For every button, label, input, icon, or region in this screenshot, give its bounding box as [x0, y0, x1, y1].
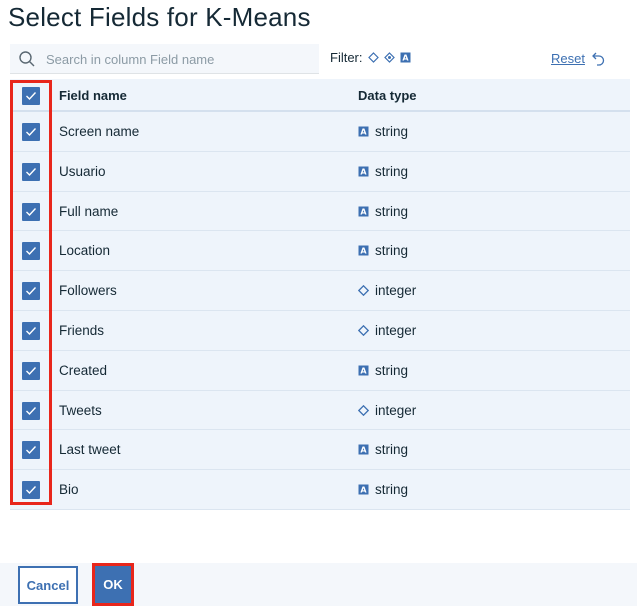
data-type-label: integer [375, 402, 417, 418]
string-type-icon: A [358, 444, 369, 455]
data-type-label: string [375, 124, 409, 139]
ok-button[interactable]: OK [92, 563, 134, 606]
table-row[interactable]: Followers integer [10, 271, 630, 311]
data-type-cell: integer [358, 403, 416, 418]
data-type-label: string [375, 203, 409, 219]
row-checkbox[interactable] [22, 401, 40, 420]
table-row[interactable]: Last tweet Astring [10, 430, 630, 471]
field-name-cell: Tweets [59, 402, 102, 418]
table-row[interactable]: Bio Astring [10, 470, 630, 510]
data-type-cell: integer [358, 283, 416, 298]
table-row[interactable]: Location Astring [10, 231, 630, 272]
field-name-cell: Last tweet [59, 442, 121, 458]
filter-group: Filter: A [330, 50, 411, 65]
checkmark-icon [26, 446, 37, 455]
string-type-icon: A [358, 245, 369, 256]
row-checkbox[interactable] [22, 162, 40, 181]
checkmark-icon [26, 327, 37, 335]
data-type-label: string [375, 442, 409, 458]
data-type-cell: Astring [358, 164, 408, 179]
checkmark-icon [26, 247, 37, 256]
field-name-cell: Bio [59, 482, 79, 498]
table-row[interactable]: Created Astring [10, 350, 630, 391]
table-row[interactable]: Friends integer [10, 310, 630, 351]
table-header-row: Field name Data type [10, 79, 630, 112]
field-name-cell: Followers [59, 283, 117, 299]
data-type-label: string [375, 482, 409, 498]
svg-text:A: A [360, 247, 367, 256]
field-name-cell: Location [59, 243, 111, 259]
table-row[interactable]: Screen name Astring [10, 112, 630, 152]
integer-type-icon [358, 404, 369, 416]
diamond-icon[interactable] [367, 52, 379, 63]
row-checkbox[interactable] [22, 123, 40, 141]
string-type-icon[interactable]: A [400, 52, 411, 63]
undo-icon [592, 52, 605, 66]
column-header-data-type[interactable]: Data type [358, 88, 417, 103]
row-checkbox[interactable] [22, 242, 40, 261]
field-name-cell: Screen name [59, 124, 140, 139]
checkmark-icon [26, 207, 37, 216]
data-type-cell: Astring [358, 442, 408, 457]
row-checkbox[interactable] [22, 282, 40, 301]
data-type-label: string [375, 163, 409, 179]
table-body: Screen name Astring Usuario Astring Full nam… [10, 112, 630, 510]
search-icon [19, 51, 35, 67]
svg-text:A: A [402, 54, 409, 63]
field-name-cell: Created [59, 362, 108, 378]
checkmark-icon [26, 92, 37, 101]
integer-type-icon [358, 285, 369, 297]
checkmark-icon [26, 287, 37, 296]
row-checkbox[interactable] [22, 441, 40, 460]
column-header-field-name[interactable]: Field name [59, 88, 127, 103]
filter-label: Filter: [330, 50, 363, 65]
integer-type-icon [358, 324, 369, 336]
table-row[interactable]: Full name Astring [10, 191, 630, 232]
string-type-icon: A [358, 206, 369, 217]
select-all-checkbox[interactable] [22, 87, 40, 105]
svg-text:A: A [360, 446, 367, 455]
search-input[interactable] [46, 44, 316, 74]
table-row[interactable]: Usuario Astring [10, 151, 630, 192]
field-name-cell: Friends [59, 322, 105, 338]
diamond-dot-icon[interactable] [383, 52, 395, 63]
svg-text:A: A [360, 486, 367, 495]
data-type-label: string [375, 243, 409, 259]
data-type-cell: Astring [358, 482, 408, 497]
data-type-label: string [375, 362, 409, 378]
field-name-cell: Usuario [59, 163, 106, 179]
row-checkbox[interactable] [22, 202, 40, 221]
cancel-button[interactable]: Cancel [18, 566, 78, 604]
checkmark-icon [26, 406, 37, 415]
row-checkbox[interactable] [22, 481, 40, 500]
search-box[interactable] [10, 44, 319, 74]
data-type-label: integer [375, 283, 417, 299]
table-row[interactable]: Tweets integer [10, 390, 630, 431]
data-type-cell: Astring [358, 124, 408, 139]
svg-text:A: A [360, 167, 367, 176]
row-checkbox[interactable] [22, 321, 40, 340]
field-name-cell: Full name [59, 203, 119, 219]
checkmark-icon [26, 167, 37, 176]
svg-text:A: A [360, 366, 367, 375]
string-type-icon: A [358, 166, 369, 177]
data-type-cell: Astring [358, 204, 408, 219]
reset-label: Reset [551, 51, 585, 66]
checkmark-icon [26, 366, 37, 375]
checkmark-icon [26, 128, 37, 137]
string-type-icon: A [358, 365, 369, 376]
fields-table: Field name Data type Screen name Astring U… [10, 79, 630, 510]
data-type-cell: Astring [358, 363, 408, 378]
data-type-cell: Astring [358, 243, 408, 258]
row-checkbox[interactable] [22, 361, 40, 380]
data-type-cell: integer [358, 323, 416, 338]
checkmark-icon [26, 486, 37, 495]
svg-text:A: A [360, 207, 367, 216]
svg-text:A: A [360, 128, 367, 137]
data-type-label: integer [375, 322, 417, 338]
reset-link[interactable]: Reset [551, 51, 605, 66]
dialog-title: Select Fields for K-Means [8, 2, 311, 32]
string-type-icon: A [358, 484, 369, 495]
string-type-icon: A [358, 126, 369, 137]
